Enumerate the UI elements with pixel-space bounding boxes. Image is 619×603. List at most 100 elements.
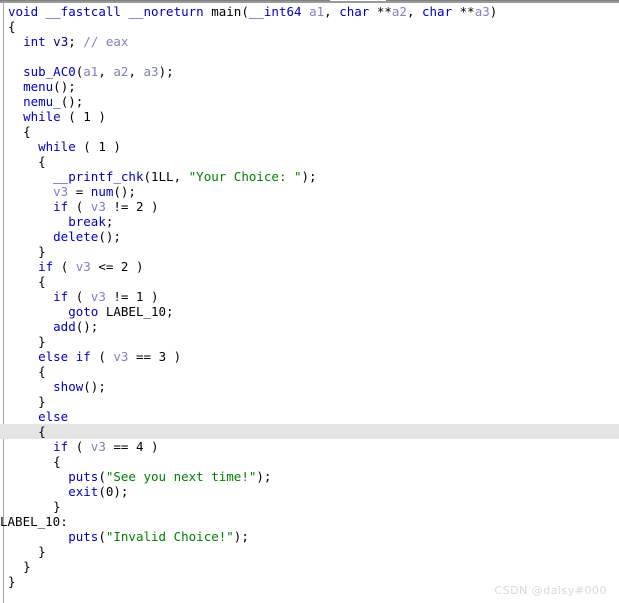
code-line[interactable]: } [0, 334, 619, 349]
code-line[interactable]: void __fastcall __noreturn main(__int64 … [0, 4, 619, 19]
code-line[interactable]: delete(); [0, 229, 619, 244]
code-token-pln: (); [113, 184, 136, 199]
code-token-fn: menu [23, 79, 54, 94]
code-line[interactable]: { [0, 154, 619, 169]
code-token-pln: } [38, 544, 46, 559]
code-line[interactable]: __printf_chk(1LL, "Your Choice: "); [0, 169, 619, 184]
code-line[interactable]: } [0, 394, 619, 409]
code-token-num: 2 [135, 199, 144, 214]
code-line[interactable]: } [0, 499, 619, 514]
code-token-pln: ( [68, 439, 91, 454]
code-line-content: delete(); [8, 229, 121, 244]
code-token-kw: int [23, 34, 46, 49]
code-line[interactable]: { [0, 19, 619, 34]
code-line-content: LABEL_10: [0, 514, 68, 529]
code-line[interactable]: { [0, 424, 619, 439]
code-token-pln: ) [166, 349, 182, 364]
code-line[interactable]: LABEL_10: [0, 514, 619, 529]
code-token-pln: ) [105, 139, 121, 154]
code-line[interactable]: else [0, 409, 619, 424]
code-token-num: 1LL [151, 169, 174, 184]
code-token-pln: { [8, 19, 16, 34]
code-token-pln: (); [83, 379, 106, 394]
code-token-kw: break [68, 214, 106, 229]
code-line[interactable]: break; [0, 214, 619, 229]
code-line[interactable]: { [0, 364, 619, 379]
code-token-kw: while [38, 139, 76, 154]
code-token-pln: ( [68, 289, 91, 304]
code-token-kw: __int64 [248, 4, 302, 19]
code-token-pln: ) [143, 289, 159, 304]
code-line[interactable]: v3 = num(); [0, 184, 619, 199]
code-line-content: { [8, 454, 61, 469]
code-token-arg: a1 [301, 4, 325, 19]
code-line[interactable]: { [0, 124, 619, 139]
code-token-pln: main( [211, 4, 249, 19]
code-token-kw: goto [68, 304, 99, 319]
code-line[interactable]: else if ( v3 == 3 ) [0, 349, 619, 364]
code-line[interactable]: if ( v3 <= 2 ) [0, 259, 619, 274]
code-token-pln: , [324, 4, 340, 19]
code-line[interactable]: if ( v3 != 1 ) [0, 289, 619, 304]
code-line-content: while ( 1 ) [8, 139, 121, 154]
code-line[interactable]: exit(0); [0, 484, 619, 499]
code-token-var: v3 [53, 184, 69, 199]
code-token-pln: != [105, 199, 136, 214]
pseudocode-text[interactable]: void __fastcall __noreturn main(__int64 … [0, 4, 619, 589]
code-line[interactable]: { [0, 274, 619, 289]
code-line[interactable]: int v3; // eax [0, 34, 619, 49]
code-line-content: puts("See you next time!"); [8, 469, 271, 484]
code-token-pln: = [68, 184, 91, 199]
code-token-cmt: // eax [83, 34, 129, 49]
code-token-pln: ( [143, 169, 151, 184]
code-token-str: "Your Choice: " [188, 169, 302, 184]
code-line[interactable]: nemu_(); [0, 94, 619, 109]
code-line[interactable]: menu(); [0, 79, 619, 94]
code-line[interactable]: } [0, 559, 619, 574]
code-line[interactable]: if ( v3 != 2 ) [0, 199, 619, 214]
code-token-pln: { [38, 154, 46, 169]
code-line[interactable]: } [0, 544, 619, 559]
code-token-pln: == [105, 439, 136, 454]
code-line[interactable]: sub_AC0(a1, a2, a3); [0, 64, 619, 79]
code-line[interactable]: add(); [0, 319, 619, 334]
code-token-pln: { [53, 454, 61, 469]
code-token-pln: ( [60, 109, 84, 124]
code-line[interactable]: { [0, 454, 619, 469]
code-line-content: { [8, 124, 31, 139]
code-token-pln: , [406, 4, 422, 19]
code-line[interactable]: while ( 1 ) [0, 139, 619, 154]
code-token-arg: a3 [474, 4, 490, 19]
code-line[interactable]: } [0, 244, 619, 259]
code-line[interactable]: puts("See you next time!"); [0, 469, 619, 484]
code-line[interactable]: if ( v3 == 4 ) [0, 439, 619, 454]
code-line[interactable]: while ( 1 ) [0, 109, 619, 124]
code-line[interactable]: show(); [0, 379, 619, 394]
code-line[interactable]: puts("Invalid Choice!"); [0, 529, 619, 544]
code-line[interactable]: goto LABEL_10; [0, 304, 619, 319]
code-token-pln: { [38, 424, 46, 439]
code-token-pln: } [38, 394, 46, 409]
code-line[interactable] [0, 49, 619, 64]
code-line-content: v3 = num(); [8, 184, 136, 199]
code-token-kw: void [8, 4, 46, 19]
code-line-content: exit(0); [8, 484, 128, 499]
code-token-fn: num [90, 184, 114, 199]
code-token-pln: { [38, 364, 46, 379]
code-token-kw: else [38, 349, 69, 364]
pseudocode-view[interactable]: void __fastcall __noreturn main(__int64 … [0, 3, 619, 603]
